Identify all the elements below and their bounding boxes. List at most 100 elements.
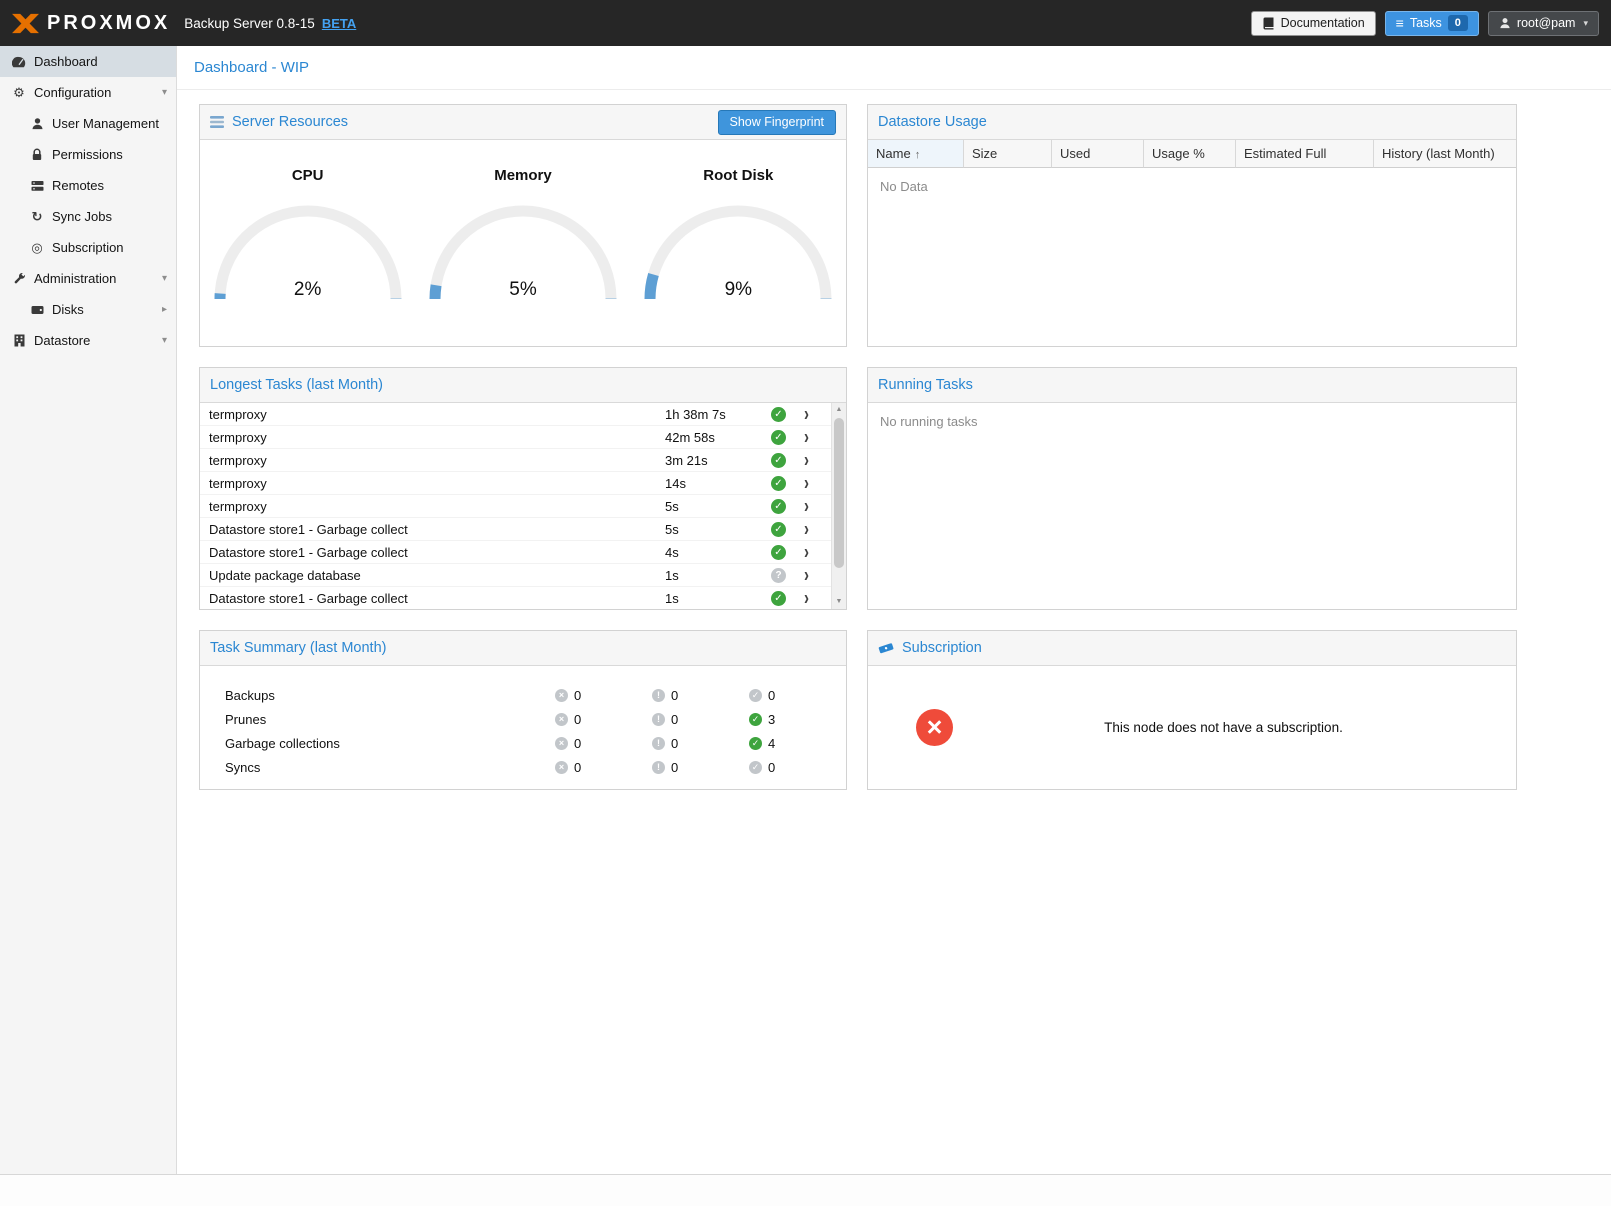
sidebar-item-disks[interactable]: Disks ▸	[0, 294, 176, 325]
sidebar-item-administration[interactable]: Administration ▾	[0, 263, 176, 294]
ok-status-icon: ✓	[771, 499, 786, 514]
sidebar-item-label: Permissions	[52, 147, 123, 162]
task-duration: 1s	[665, 591, 771, 606]
sidebar-item-label: Sync Jobs	[52, 209, 112, 224]
task-name: Update package database	[209, 568, 665, 583]
column-header-size[interactable]: Size	[964, 140, 1052, 168]
longest-tasks-title: Longest Tasks (last Month)	[210, 377, 383, 393]
sidebar-item-user-management[interactable]: User Management	[0, 108, 176, 139]
ok-count: ✓3	[749, 712, 846, 727]
table-row[interactable]: termproxy 3m 21s ✓ ›	[200, 449, 831, 472]
server-resources-header: Server Resources Show Fingerprint	[200, 105, 846, 140]
book-icon	[1262, 17, 1275, 30]
task-name: Datastore store1 - Garbage collect	[209, 545, 665, 560]
brand-text: PROXMOX	[47, 12, 170, 35]
error-icon: ×	[555, 689, 568, 702]
ok-status-icon: ✓	[771, 476, 786, 491]
task-summary-header: Task Summary (last Month)	[200, 631, 846, 666]
summary-category: Backups	[225, 688, 555, 703]
sidebar-item-dashboard[interactable]: Dashboard	[0, 46, 176, 77]
task-duration: 1h 38m 7s	[665, 407, 771, 422]
error-count: ×0	[555, 688, 652, 703]
user-menu-button[interactable]: root@pam ▾	[1488, 11, 1599, 36]
caret-right-icon: ▸	[162, 304, 167, 315]
memory-gauge: Memory 5%	[423, 167, 623, 346]
error-icon: ×	[555, 737, 568, 750]
column-header-history[interactable]: History (last Month)	[1374, 140, 1516, 168]
longest-tasks-panel: Longest Tasks (last Month) termproxy 1h …	[199, 367, 847, 610]
sidebar-item-configuration[interactable]: ⚙ Configuration ▾	[0, 77, 176, 108]
tasks-button[interactable]: ≡ Tasks 0	[1385, 11, 1479, 36]
unknown-status-icon: ?	[771, 568, 786, 583]
task-duration: 5s	[665, 522, 771, 537]
product-version: Backup Server 0.8-15	[184, 16, 315, 31]
chevron-right-icon[interactable]: ›	[804, 429, 831, 446]
sidebar-item-sync-jobs[interactable]: ↻ Sync Jobs	[0, 201, 176, 232]
caret-down-icon: ▾	[162, 87, 167, 98]
table-row[interactable]: termproxy 42m 58s ✓ ›	[200, 426, 831, 449]
table-row[interactable]: termproxy 14s ✓ ›	[200, 472, 831, 495]
documentation-button[interactable]: Documentation	[1251, 11, 1376, 36]
beta-link[interactable]: BETA	[322, 16, 356, 31]
sidebar-item-datastore[interactable]: Datastore ▾	[0, 325, 176, 356]
running-tasks-panel: Running Tasks No running tasks	[867, 367, 1517, 610]
task-duration: 1s	[665, 568, 771, 583]
column-header-name[interactable]: Name↑	[868, 140, 964, 168]
server-icon	[29, 180, 45, 192]
summary-category: Prunes	[225, 712, 555, 727]
scroll-up-icon[interactable]: ▲	[832, 403, 846, 417]
scroll-down-icon[interactable]: ▼	[832, 595, 846, 609]
sidebar-item-permissions[interactable]: Permissions	[0, 139, 176, 170]
topbar: PROXMOX Backup Server 0.8-15 BETA Docume…	[0, 0, 1611, 46]
sidebar-item-remotes[interactable]: Remotes	[0, 170, 176, 201]
warning-count: !0	[652, 712, 749, 727]
sidebar-item-label: Disks	[52, 302, 84, 317]
task-name: termproxy	[209, 407, 665, 422]
chevron-right-icon[interactable]: ›	[804, 498, 831, 515]
ok-icon: ✓	[749, 737, 762, 750]
table-row[interactable]: Datastore store1 - Garbage collect 1s ✓ …	[200, 587, 831, 609]
warning-count: !0	[652, 760, 749, 775]
table-row[interactable]: Datastore store1 - Garbage collect 4s ✓ …	[200, 541, 831, 564]
table-row[interactable]: Datastore store1 - Garbage collect 5s ✓ …	[200, 518, 831, 541]
ok-count: ✓0	[749, 688, 846, 703]
chevron-right-icon[interactable]: ›	[804, 567, 831, 584]
gauge-label: Root Disk	[638, 167, 838, 184]
column-header-usage-percent[interactable]: Usage %	[1144, 140, 1236, 168]
main-content: Dashboard - WIP	[177, 46, 1611, 1174]
chevron-right-icon[interactable]: ›	[804, 452, 831, 469]
dashboard-icon	[11, 56, 27, 68]
scrollbar[interactable]: ▲ ▼	[831, 403, 846, 609]
chevron-right-icon[interactable]: ›	[804, 475, 831, 492]
datastore-usage-header: Datastore Usage	[868, 105, 1516, 140]
table-row[interactable]: termproxy 1h 38m 7s ✓ ›	[200, 403, 831, 426]
datastore-icon	[11, 334, 27, 347]
page-title: Dashboard - WIP	[177, 46, 1611, 90]
life-ring-icon: ◎	[29, 240, 45, 256]
chevron-right-icon[interactable]: ›	[804, 544, 831, 561]
sidebar-item-subscription[interactable]: ◎ Subscription	[0, 232, 176, 263]
task-duration: 42m 58s	[665, 430, 771, 445]
ok-status-icon: ✓	[771, 591, 786, 606]
chevron-right-icon[interactable]: ›	[804, 406, 831, 423]
table-row[interactable]: Update package database 1s ? ›	[200, 564, 831, 587]
server-resources-title: Server Resources	[232, 114, 348, 130]
bottom-strip	[0, 1174, 1611, 1206]
table-row[interactable]: termproxy 5s ✓ ›	[200, 495, 831, 518]
sidebar: Dashboard ⚙ Configuration ▾ User Managem…	[0, 46, 177, 1174]
tasks-label: Tasks	[1410, 16, 1442, 30]
chevron-right-icon[interactable]: ›	[804, 590, 831, 607]
caret-down-icon: ▾	[1583, 18, 1588, 29]
sidebar-item-label: Subscription	[52, 240, 124, 255]
column-header-used[interactable]: Used	[1052, 140, 1144, 168]
cpu-gauge: CPU 2%	[208, 167, 408, 346]
column-header-estimated-full[interactable]: Estimated Full	[1236, 140, 1374, 168]
server-resources-body: CPU 2% Memory	[200, 140, 846, 346]
ok-status-icon: ✓	[771, 522, 786, 537]
warning-count: !0	[652, 688, 749, 703]
scrollbar-thumb[interactable]	[834, 418, 844, 568]
chevron-right-icon[interactable]: ›	[804, 521, 831, 538]
ok-status-icon: ✓	[771, 545, 786, 560]
show-fingerprint-button[interactable]: Show Fingerprint	[718, 110, 837, 135]
table-row: Syncs ×0 !0 ✓0	[200, 755, 846, 779]
